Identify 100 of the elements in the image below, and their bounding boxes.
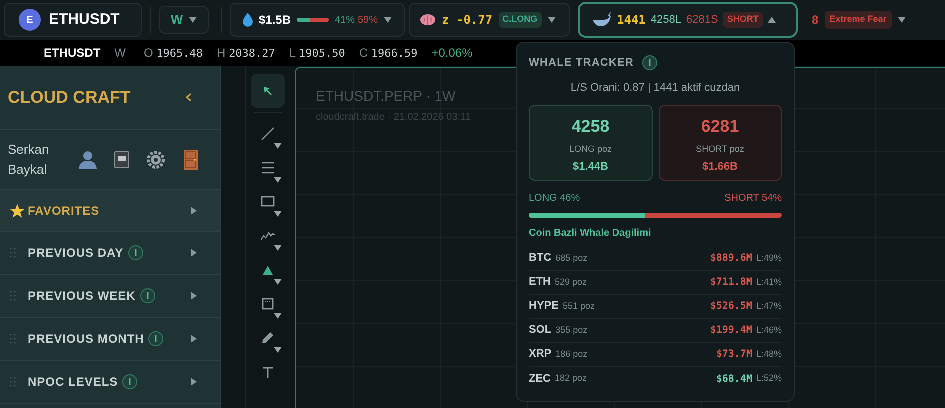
pencil-icon xyxy=(262,332,274,344)
coin-symbol: SOL xyxy=(529,323,552,338)
expand-arrow-icon[interactable] xyxy=(191,249,197,257)
door-icon[interactable] xyxy=(184,150,198,170)
drag-handle-icon[interactable] xyxy=(10,291,16,301)
price-change: +0.06% xyxy=(432,45,473,62)
info-icon xyxy=(140,288,156,304)
long-ratio: L:48% xyxy=(756,348,782,361)
drag-handle-icon[interactable] xyxy=(10,377,16,387)
coin-symbol: ZEC xyxy=(529,372,551,387)
triangle-icon xyxy=(263,266,273,274)
long-value: $1.44B xyxy=(573,160,608,175)
coin-symbol: XRP xyxy=(529,347,552,362)
position-count: 182 poz xyxy=(555,372,588,386)
coin-value: $526.5M xyxy=(710,300,752,314)
drag-handle-icon[interactable] xyxy=(10,248,16,258)
zscore-value: z -0.77 xyxy=(442,12,493,29)
whale-icon xyxy=(592,12,612,28)
fear-greed-widget[interactable]: 8 Extreme Fear xyxy=(806,3,912,37)
sidebar-label: NPOC LEVELS xyxy=(28,374,118,391)
popup-title: WHALE TRACKER xyxy=(529,56,634,71)
expand-arrow-icon[interactable] xyxy=(191,335,197,343)
expand-arrow-icon[interactable] xyxy=(191,206,197,214)
coin-badge: E xyxy=(19,9,41,31)
position-count: 551 poz xyxy=(562,300,595,313)
symbol-name: ETHUSDT xyxy=(49,10,120,30)
coin-value: $711.8M xyxy=(710,276,752,290)
drawing-tool[interactable] xyxy=(251,74,285,108)
sidebar-label: PREVIOUS WEEK xyxy=(28,288,136,305)
sidebar-item[interactable]: PREVIOUS MONTH xyxy=(0,318,220,361)
sentiment-tag: Extreme Fear xyxy=(824,11,892,29)
fear-value: 8 xyxy=(812,12,819,29)
caret-icon xyxy=(274,211,282,217)
sidebar-item[interactable]: NPOC LEVELS xyxy=(0,361,220,404)
caret-icon xyxy=(898,17,906,23)
long-ratio: L:52% xyxy=(756,372,782,386)
symbol-button[interactable]: E ETHUSDT xyxy=(4,3,142,37)
ohlc-value: C 1966.59 xyxy=(359,44,418,62)
brain-icon xyxy=(420,14,436,26)
caret-icon xyxy=(189,17,198,23)
position-count: 529 poz xyxy=(555,276,588,289)
sidebar-item[interactable]: PREVIOUS WEEK xyxy=(0,275,220,318)
info-icon xyxy=(148,331,164,347)
long-percent: 41% xyxy=(334,14,355,28)
caret-icon xyxy=(274,313,282,319)
section-title: Coin Bazli Whale Dagilimi xyxy=(529,227,652,241)
caret-icon xyxy=(548,17,556,23)
text-tool-icon xyxy=(263,366,273,378)
info-icon xyxy=(122,374,138,390)
sidebar-label: PREVIOUS DAY xyxy=(28,245,124,262)
app-title: CLOUD CRAFT xyxy=(8,86,131,109)
whale-count: 1441 xyxy=(617,12,646,29)
caret-icon xyxy=(274,143,282,149)
coin-symbol: ETH xyxy=(529,275,551,290)
coin-symbol: BTC xyxy=(529,251,552,266)
collapse-icon[interactable] xyxy=(186,93,192,102)
ohlc-value: H 2038.27 xyxy=(217,44,276,62)
long-share: LONG 46% xyxy=(529,192,580,206)
info-icon xyxy=(642,55,658,72)
long-ratio: L:46% xyxy=(756,324,782,337)
short-count: 6281S xyxy=(686,12,718,28)
interval-dropdown[interactable]: W xyxy=(159,6,209,34)
position-count: 186 poz xyxy=(556,348,588,361)
ratio-summary: L/S Orani: 0.87 | 1441 aktif cuzdan xyxy=(570,80,742,96)
user-name: Serkan Baykal xyxy=(8,140,50,179)
zscore-widget[interactable]: z -0.77 C.LONG xyxy=(409,3,570,37)
bias-tag: SHORT xyxy=(723,12,763,28)
ohlc-value: L 1905.50 xyxy=(289,44,346,62)
liquidity-widget[interactable]: $1.5B 41% 59% xyxy=(230,3,405,37)
caret-icon xyxy=(274,279,282,285)
info-icon xyxy=(128,245,144,261)
expand-arrow-icon[interactable] xyxy=(191,292,197,300)
ohlc-symbol: ETHUSDT xyxy=(44,45,101,62)
coin-symbol: HYPE xyxy=(529,299,559,314)
sidebar-item[interactable]: FAVORITES xyxy=(0,189,220,232)
short-count: 6281 xyxy=(701,116,740,138)
gear-icon[interactable] xyxy=(146,150,166,170)
line-tool-icon xyxy=(261,127,275,141)
caret-icon xyxy=(274,245,282,251)
coin-value: $889.6M xyxy=(710,252,752,266)
expand-arrow-icon[interactable] xyxy=(191,378,197,386)
coin-value: $73.7M xyxy=(716,348,752,362)
person-icon[interactable] xyxy=(78,150,98,168)
sidebar-label: PREVIOUS MONTH xyxy=(28,331,144,348)
rectangle-icon xyxy=(261,196,275,208)
ohlc-value: O 1965.48 xyxy=(144,44,204,62)
long-ratio: L:41% xyxy=(756,276,782,289)
horizontal-lines-icon xyxy=(261,162,275,174)
caret-icon xyxy=(274,347,282,353)
notebook-icon[interactable] xyxy=(114,150,130,168)
whale-widget[interactable]: 1441 4258L 6281S SHORT xyxy=(578,2,798,38)
droplet-icon xyxy=(243,13,253,27)
sidebar-label: FAVORITES xyxy=(28,202,100,220)
drag-handle-icon[interactable] xyxy=(10,334,16,344)
liquidity-value: $1.5B xyxy=(258,12,292,29)
caret-icon xyxy=(768,17,776,23)
sidebar-item[interactable]: PREVIOUS DAY xyxy=(0,232,220,275)
star-icon xyxy=(10,204,25,218)
coin-value: $199.4M xyxy=(710,324,752,338)
short-label: SHORT poz xyxy=(696,142,744,156)
